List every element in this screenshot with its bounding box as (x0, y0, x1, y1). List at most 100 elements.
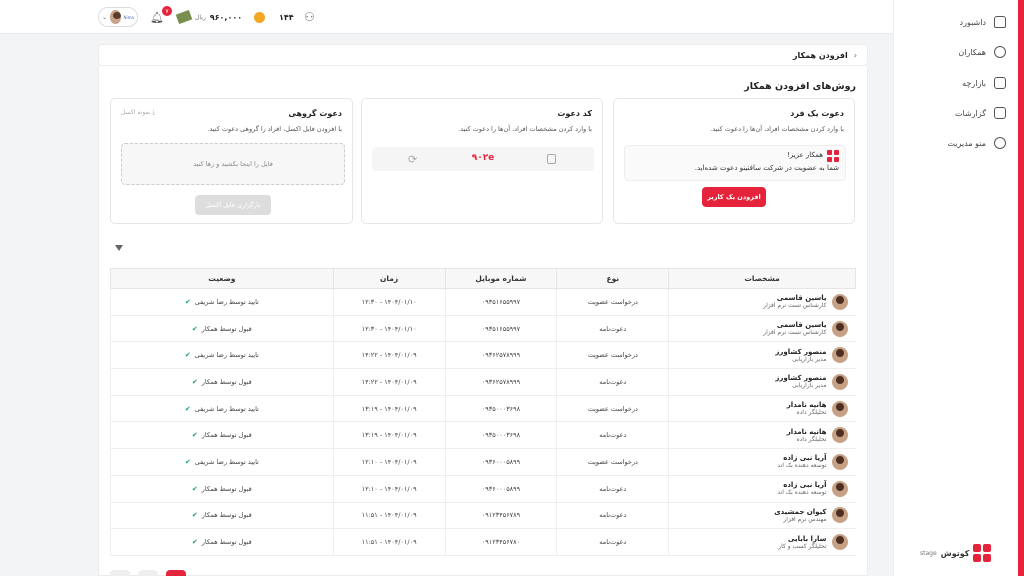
add-user-button[interactable]: افزودن یک کاربر (702, 187, 766, 207)
logo-mark-icon (827, 150, 839, 162)
card-description: با وارد کردن مشخصات افراد، آن‌ها را دعوت… (458, 125, 592, 133)
bell-icon[interactable]: 🔔︎ (150, 0, 164, 34)
logo-suffix: stage (920, 549, 937, 557)
check-icon: ✔ (191, 324, 198, 333)
scroll-accent (1018, 0, 1024, 576)
card-title: کد دعوت (557, 109, 592, 118)
time-cell: ۱۴۰۴/۰۱/۰۹ - ۱۳:۱۹ (332, 395, 446, 423)
time-cell: ۱۴۰۴/۰۱/۱۰ - ۱۲:۳۰ (332, 315, 446, 343)
mobile-cell: ۰۹۳۶۰۰۰۵۸۹۹ (444, 448, 557, 476)
sidebar-item-label: گزارشات (955, 108, 986, 118)
column-header[interactable]: زمان (332, 268, 446, 289)
sidebar-item-dashboard[interactable]: داشبورد (893, 16, 1006, 28)
mobile-cell: ۰۹۳۶۰۰۰۵۸۹۹ (444, 475, 557, 503)
person-role: کارشناس تست نرم افزار (763, 302, 827, 310)
settings-icon (994, 137, 1006, 149)
notification-badge: ۷ (162, 6, 172, 16)
filter-icon[interactable] (115, 245, 123, 251)
file-drop-zone[interactable]: فایل را اینجا بکشید و رها کنید (121, 143, 345, 185)
type-cell: درخواست عضویت (556, 288, 669, 316)
column-header[interactable]: نوع (556, 268, 670, 289)
sidebar-item-marketplace[interactable]: بازارچه (893, 77, 1006, 89)
column-header[interactable]: مشخصات (668, 268, 856, 289)
table-row[interactable]: منصور کشاورز مدیر بازاریابی درخواست عضویت ۰… (110, 341, 856, 370)
coins[interactable]: ۱۴۴ (254, 0, 294, 34)
avatar (831, 453, 848, 470)
sample-excel-link[interactable]: ⤓ نمونه اکسل (121, 109, 155, 117)
person-cell: کیوان جمشیدی مهندس نرم افزار (668, 502, 856, 530)
status-cell: قبول توسط همکار ✔ (110, 528, 334, 556)
check-icon: ✔ (191, 511, 198, 520)
mobile-cell: ۰۹۱۲۳۴۵۶۷۸۰ (444, 528, 557, 556)
table-row[interactable]: یاسین قاسمی کارشناس تست نرم افزار درخواست … (110, 288, 856, 316)
chevron-down-icon: ⌄ (102, 13, 108, 21)
check-icon: ✔ (184, 404, 191, 413)
column-header[interactable]: وضعیت (110, 268, 334, 289)
person-name: سارا بابایی (787, 534, 827, 543)
person-name: یاسین قاسمی (776, 294, 827, 303)
person-name: آریا نبی زاده (783, 481, 827, 490)
status-cell: تایید توسط رضا شریفی ✔ (110, 288, 334, 316)
card-title: دعوت یک فرد (790, 109, 844, 118)
invite-code-card: کد دعوت با وارد کردن مشخصات افراد، آن‌ها… (361, 98, 603, 224)
sidebar-item-admin-menu[interactable]: منو مدیریت (893, 137, 1006, 149)
money-icon (175, 9, 193, 25)
pager-page-button[interactable] (138, 570, 158, 576)
breadcrumb: ‹ افزودن همکار (98, 44, 868, 66)
status-cell: قبول توسط همکار ✔ (110, 475, 334, 503)
coins-value: ۱۴۴ (279, 12, 294, 22)
person-name: کیوان جمشیدی (774, 507, 827, 516)
mobile-cell: ۰۹۳۵۱۶۵۵۹۹۷ (444, 288, 557, 316)
status-text: قبول توسط همکار (201, 538, 252, 547)
status-text: قبول توسط همکار (201, 484, 252, 493)
wallet[interactable]: ریال ۹۶۰,۰۰۰ (175, 0, 242, 34)
table-row[interactable]: کیوان جمشیدی مهندس نرم افزار دعوت‌نامه ۰۹۱۲… (110, 502, 856, 530)
status-cell: تایید توسط رضا شریفی ✔ (110, 341, 334, 370)
game-controller-icon[interactable]: ⚇ (304, 0, 315, 34)
sample-excel-label: نمونه اکسل (121, 109, 151, 116)
card-description: با افزودن فایل اکسل، افراد را گروهی دعوت… (207, 125, 342, 133)
upload-excel-button[interactable]: بارگزاری فایل اکسل (195, 195, 271, 215)
refresh-icon[interactable]: ⟳ (408, 153, 417, 166)
mobile-cell: ۰۹۳۵۰۰۰۳۶۹۸ (444, 395, 557, 423)
avatar (831, 400, 848, 417)
chevron-right-icon[interactable]: ‹ (854, 51, 857, 60)
pager-prev-button[interactable] (110, 570, 130, 576)
check-icon: ✔ (191, 538, 198, 547)
person-cell: سارا بابایی تحلیلگر کسب و کار (668, 528, 856, 556)
person-cell: منصور کشاورز مدیر بازاریابی (668, 341, 856, 370)
table-row[interactable]: یاسین قاسمی کارشناس تست نرم افزار دعوت‌نام… (110, 315, 856, 343)
table-row[interactable]: آریا نبی زاده توسعه دهنده بک اند دعوت‌نامه… (110, 475, 856, 503)
person-cell: یاسین قاسمی کارشناس تست نرم افزار (668, 288, 856, 316)
status-text: قبول توسط همکار (201, 431, 252, 440)
table-row[interactable]: هانیه نامدار تحلیلگر داده دعوت‌نامه ۰۹۳۵۰۰۰… (110, 421, 856, 450)
time-cell: ۱۴۰۴/۰۱/۰۹ - ۱۱:۵۱ (332, 502, 446, 530)
section-title: روش‌های افزودن همکار (744, 81, 856, 92)
sidebar-item-reports[interactable]: گزارشات (893, 107, 1006, 119)
column-header[interactable]: شماره موبایل (444, 268, 558, 289)
table-row[interactable]: هانیه نامدار تحلیلگر داده درخواست عضویت ۰۹۳… (110, 395, 856, 423)
logo-mark-icon (973, 544, 992, 562)
avatar (831, 427, 848, 444)
status-cell: تایید توسط رضا شریفی ✔ (110, 395, 334, 423)
time-cell: ۱۴۰۴/۰۱/۰۹ - ۱۲:۱۰ (332, 448, 446, 476)
card-description: با وارد کردن مشخصات افراد، آن‌ها را دعوت… (710, 125, 844, 133)
check-icon: ✔ (191, 431, 198, 440)
person-role: کارشناس تست نرم افزار (763, 329, 827, 337)
person-cell: هانیه نامدار تحلیلگر داده (668, 395, 856, 423)
user-menu[interactable]: ⌄ Nima (98, 7, 138, 27)
user-label: Nima (123, 14, 134, 20)
table-row[interactable]: منصور کشاورز مدیر بازاریابی دعوت‌نامه ۰۹۳۶۲… (110, 368, 856, 396)
person-cell: یاسین قاسمی کارشناس تست نرم افزار (668, 315, 856, 343)
invite-code-value: ۹۰۲e (471, 153, 495, 163)
status-cell: قبول توسط همکار ✔ (110, 315, 334, 343)
status-cell: تایید توسط رضا شریفی ✔ (110, 448, 334, 476)
table-row[interactable]: سارا بابایی تحلیلگر کسب و کار دعوت‌نامه ۰۹۱… (110, 528, 856, 556)
type-cell: دعوت‌نامه (556, 475, 669, 503)
status-text: تایید توسط رضا شریفی (194, 404, 259, 413)
sidebar-item-colleagues[interactable]: همکاران (893, 46, 1006, 58)
person-name: منصور کشاورز (775, 374, 827, 383)
table-row[interactable]: آریا نبی زاده توسعه دهنده بک اند درخواست ع… (110, 448, 856, 476)
invite-group-card: دعوت گروهی با افزودن فایل اکسل، افراد را… (110, 98, 353, 224)
pager-active-page[interactable] (166, 570, 186, 576)
